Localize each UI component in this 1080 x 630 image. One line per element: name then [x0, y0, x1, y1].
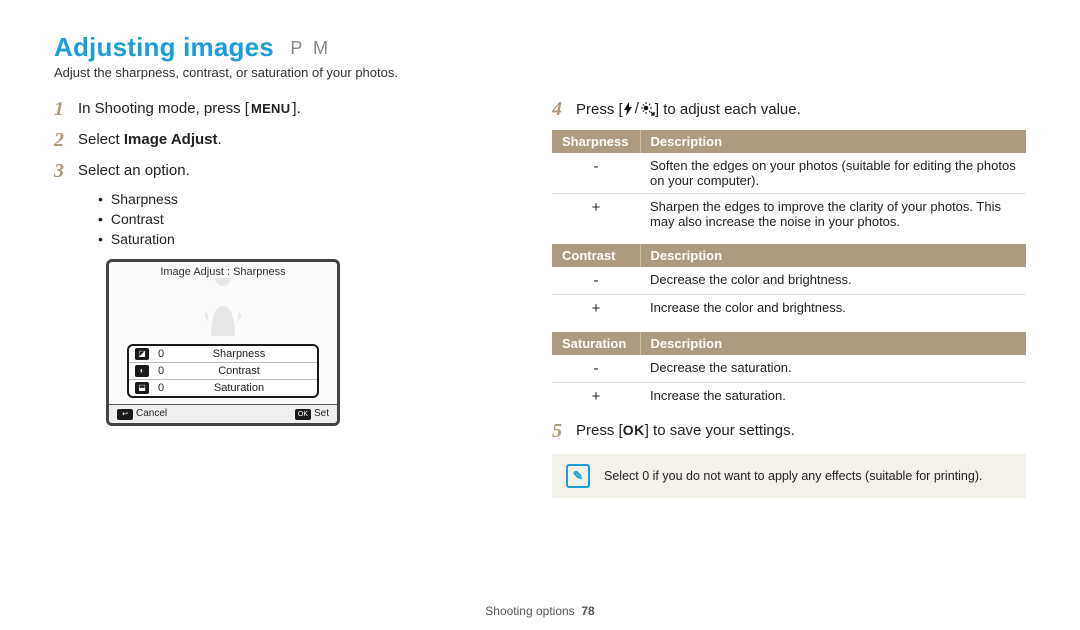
cam-set: OKSet [295, 408, 329, 420]
menu-button-label: MENU [249, 100, 292, 119]
saturation-icon: ⬓ [135, 382, 149, 394]
table-contrast: ContrastDescription -Decrease the color … [552, 244, 1026, 322]
cam-title: Image Adjust : Sharpness [109, 262, 337, 278]
table-row: +Increase the color and brightness. [552, 294, 1026, 322]
table-row: -Soften the edges on your photos (suitab… [552, 153, 1026, 194]
contrast-icon: ◐ [135, 365, 149, 377]
note-box: ✎ Select 0 if you do not want to apply a… [552, 454, 1026, 498]
option-contrast: Contrast [98, 211, 494, 227]
option-saturation: Saturation [98, 231, 494, 247]
cam-cancel: ↩Cancel [117, 408, 167, 420]
page-footer: Shooting options 78 [0, 604, 1080, 618]
cam-preview [109, 278, 337, 342]
ok-button-label: OK [623, 420, 645, 440]
table-saturation: SaturationDescription -Decrease the satu… [552, 332, 1026, 410]
mode-indicator: P M [290, 38, 331, 58]
step-2: 2 Select Image Adjust. [54, 129, 494, 151]
step-5: 5 Press [OK] to save your settings. [552, 420, 1026, 442]
ok-key-icon: OK [295, 409, 311, 420]
option-list: Sharpness Contrast Saturation [98, 191, 494, 247]
option-sharpness: Sharpness [98, 191, 494, 207]
step-3: 3 Select an option. [54, 160, 494, 182]
cam-row-contrast: ◐ 0 Contrast [129, 362, 317, 379]
back-icon: ↩ [117, 409, 133, 420]
page-title: Adjusting images [54, 32, 274, 62]
flash-macro-icon: / [623, 98, 655, 120]
table-row: +Sharpen the edges to improve the clarit… [552, 193, 1026, 234]
cam-row-sharpness: ◪ 0 Sharpness [129, 346, 317, 362]
step-1: 1 In Shooting mode, press [MENU]. [54, 98, 494, 120]
table-row: -Decrease the saturation. [552, 355, 1026, 383]
sharpness-icon: ◪ [135, 348, 149, 360]
note-text: Select 0 if you do not want to apply any… [604, 469, 982, 483]
page-subtitle: Adjust the sharpness, contrast, or satur… [54, 65, 1026, 80]
note-icon: ✎ [566, 464, 590, 488]
step-4: 4 Press [ / ] to adjust each value. [552, 98, 1026, 121]
cam-row-saturation: ⬓ 0 Saturation [129, 379, 317, 396]
table-row: +Increase the saturation. [552, 382, 1026, 410]
table-sharpness: SharpnessDescription -Soften the edges o… [552, 130, 1026, 234]
camera-screen-illustration: Image Adjust : Sharpness ◪ 0 Sharpness ◐… [106, 259, 340, 426]
table-row: -Decrease the color and brightness. [552, 267, 1026, 295]
